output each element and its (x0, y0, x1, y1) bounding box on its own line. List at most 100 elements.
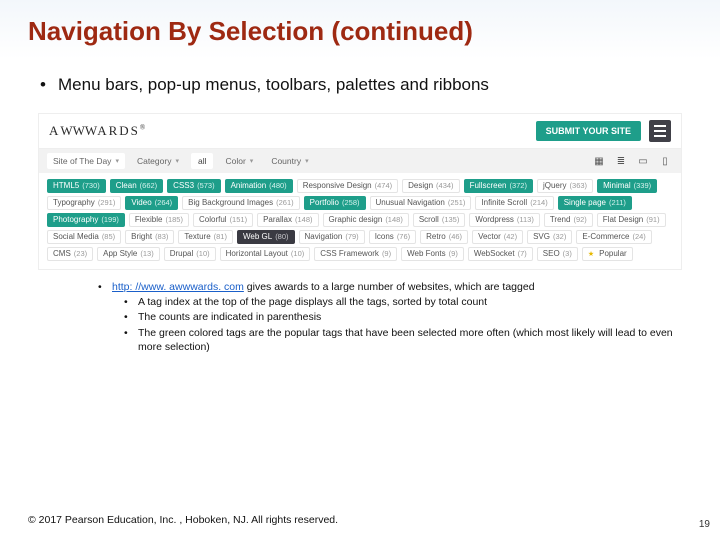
tag-item[interactable]: CSS Framework(9) (314, 247, 397, 261)
chevron-down-icon: ▾ (175, 157, 179, 165)
tag-label: Texture (184, 233, 210, 241)
tag-item[interactable]: Photography(199) (47, 213, 125, 227)
tag-count: (46) (449, 233, 462, 241)
tag-label: CMS (53, 250, 71, 258)
tag-item[interactable]: Popular (582, 247, 633, 261)
tag-item[interactable]: Parallax(148) (257, 213, 318, 227)
tag-count: (32) (553, 233, 566, 241)
tag-count: (573) (197, 182, 215, 190)
tag-item[interactable]: Graphic design(148) (323, 213, 409, 227)
tag-label: Web GL (243, 233, 272, 241)
tag-label: Graphic design (329, 216, 383, 224)
tag-item[interactable]: Big Background Images(261) (182, 196, 299, 210)
tag-count: (113) (517, 216, 534, 224)
filter-all[interactable]: all (191, 153, 214, 169)
tag-item[interactable]: Scroll(135) (413, 213, 466, 227)
tag-count: (9) (449, 250, 458, 258)
tag-label: Big Background Images (188, 199, 273, 207)
tag-count: (214) (530, 199, 548, 207)
tag-item[interactable]: Clean(662) (110, 179, 163, 193)
tag-item[interactable]: Responsive Design(474) (297, 179, 398, 193)
tag-item[interactable]: Bright(83) (125, 230, 174, 244)
tag-item[interactable]: Video(264) (125, 196, 178, 210)
tag-label: Parallax (263, 216, 292, 224)
awwwards-logo: AWWWARDS® (49, 123, 147, 139)
tag-count: (185) (165, 216, 183, 224)
tag-item[interactable]: Drupal(10) (164, 247, 216, 261)
tag-count: (474) (375, 182, 393, 190)
tag-label: SEO (543, 250, 560, 258)
tag-label: Vector (478, 233, 501, 241)
tag-item[interactable]: CMS(23) (47, 247, 93, 261)
tag-item[interactable]: Trend(92) (544, 213, 593, 227)
tag-count: (251) (448, 199, 466, 207)
tag-item[interactable]: HTML5(730) (47, 179, 106, 193)
tag-item[interactable]: Horizontal Layout(10) (220, 247, 311, 261)
tag-label: App Style (103, 250, 137, 258)
tag-item[interactable]: Single page(211) (558, 196, 632, 210)
tag-item[interactable]: Flexible(185) (129, 213, 189, 227)
tag-label: Bright (131, 233, 152, 241)
tag-item[interactable]: Fullscreen(372) (464, 179, 533, 193)
tag-label: Icons (375, 233, 394, 241)
tag-item[interactable]: Navigation(79) (299, 230, 365, 244)
tag-count: (211) (609, 199, 626, 207)
tag-item[interactable]: CSS3(573) (167, 179, 220, 193)
tag-count: (339) (634, 182, 652, 190)
submit-your-site-button[interactable]: SUBMIT YOUR SITE (536, 121, 641, 141)
tag-item[interactable]: Vector(42) (472, 230, 523, 244)
tag-item[interactable]: Colorful(151) (193, 213, 253, 227)
grid-view-icon[interactable]: ▦ (591, 154, 607, 168)
desktop-view-icon[interactable]: ▭ (635, 154, 651, 168)
tag-item[interactable]: jQuery(363) (537, 179, 593, 193)
tag-item[interactable]: Flat Design(91) (597, 213, 666, 227)
tag-item[interactable]: E-Commerce(24) (576, 230, 651, 244)
tag-count: (480) (269, 182, 287, 190)
tag-count: (81) (214, 233, 227, 241)
mobile-view-icon[interactable]: ▯ (657, 154, 673, 168)
filter-color[interactable]: Color▾ (219, 153, 259, 169)
filter-country[interactable]: Country▾ (265, 153, 314, 169)
tag-item[interactable]: Minimal(339) (597, 179, 657, 193)
tag-count: (24) (632, 233, 645, 241)
tag-item[interactable]: Web GL(80) (237, 230, 295, 244)
sub-sub-bullet: •The counts are indicated in parenthesis (124, 310, 692, 324)
tag-label: Flat Design (603, 216, 643, 224)
filter-site-of-the-day[interactable]: Site of The Day▾ (47, 153, 125, 169)
tag-item[interactable]: SVG(32) (527, 230, 572, 244)
tag-item[interactable]: Web Fonts(9) (401, 247, 464, 261)
list-view-icon[interactable]: ≣ (613, 154, 629, 168)
bullet-level-1: • Menu bars, pop-up menus, toolbars, pal… (40, 75, 692, 95)
tag-item[interactable]: Animation(480) (225, 179, 293, 193)
tag-count: (258) (342, 199, 360, 207)
chevron-down-icon: ▾ (250, 157, 254, 165)
tag-item[interactable]: Typography(291) (47, 196, 121, 210)
tag-label: Single page (564, 199, 606, 207)
tag-item[interactable]: Social Media(85) (47, 230, 121, 244)
copyright-footer: © 2017 Pearson Education, Inc. , Hoboken… (28, 514, 338, 526)
awwwards-link[interactable]: http: //www. awwwards. com (112, 281, 244, 293)
tag-item[interactable]: Design(434) (402, 179, 459, 193)
tag-item[interactable]: Retro(46) (420, 230, 468, 244)
tag-item[interactable]: App Style(13) (97, 247, 160, 261)
tag-count: (10) (196, 250, 209, 258)
tag-label: Minimal (603, 182, 631, 190)
tag-item[interactable]: Portfolio(258) (304, 196, 366, 210)
tag-label: CSS3 (173, 182, 194, 190)
tag-item[interactable]: SEO(3) (537, 247, 578, 261)
tag-count: (91) (646, 216, 659, 224)
tag-label: Web Fonts (407, 250, 446, 258)
tag-label: Popular (599, 250, 627, 258)
tag-item[interactable]: Infinite Scroll(214) (475, 196, 553, 210)
tag-item[interactable]: Wordpress(113) (469, 213, 539, 227)
tag-label: Navigation (305, 233, 343, 241)
tag-item[interactable]: Icons(76) (369, 230, 416, 244)
tag-item[interactable]: Unusual Navigation(251) (370, 196, 472, 210)
tag-item[interactable]: WebSocket(7) (468, 247, 533, 261)
filter-category[interactable]: Category▾ (131, 153, 185, 169)
hamburger-menu-icon[interactable] (649, 120, 671, 142)
tag-count: (79) (345, 233, 358, 241)
tag-cloud: HTML5(730) Clean(662) CSS3(573) Animation(4… (39, 173, 681, 269)
sub-bullet-text: gives awards to a large number of websit… (244, 281, 535, 293)
tag-item[interactable]: Texture (81) (178, 230, 233, 244)
